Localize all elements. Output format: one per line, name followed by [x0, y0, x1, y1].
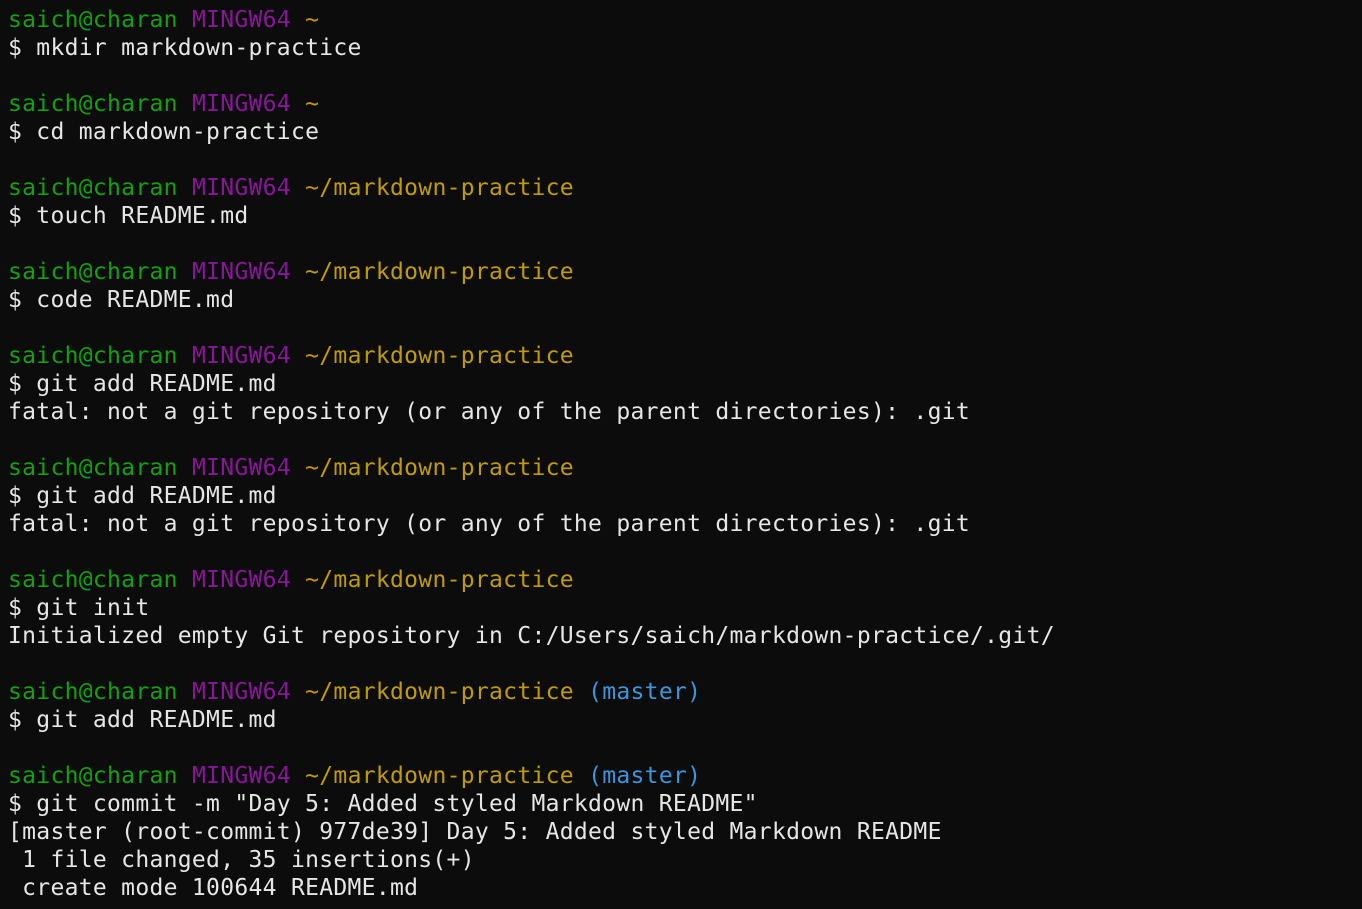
prompt-user-host: saich@charan [8, 175, 178, 201]
output-line: [master (root-commit) 977de39] Day 5: Ad… [8, 819, 942, 845]
prompt-system: MINGW64 [191, 175, 291, 201]
prompt-system: MINGW64 [191, 763, 291, 789]
command-line: $ git add README.md [8, 707, 277, 733]
command-line: $ git commit -m "Day 5: Added styled Mar… [8, 791, 758, 817]
prompt-path: ~ [305, 91, 320, 117]
prompt-system: MINGW64 [191, 455, 291, 481]
prompt-path: ~/markdown-practice [305, 567, 574, 593]
command-line: $ touch README.md [8, 203, 249, 229]
prompt-path: ~ [305, 7, 320, 33]
prompt-system: MINGW64 [191, 259, 291, 285]
prompt-line: saich@charan MINGW64 ~/markdown-practice [8, 258, 1362, 286]
prompt-system: MINGW64 [191, 7, 291, 33]
prompt-line: saich@charan MINGW64 ~/markdown-practice [8, 342, 1362, 370]
output-line: 1 file changed, 35 insertions(+) [8, 847, 475, 873]
prompt-line: saich@charan MINGW64 ~/markdown-practice… [8, 678, 1362, 706]
prompt-user-host: saich@charan [8, 679, 178, 705]
prompt-system: MINGW64 [191, 343, 291, 369]
prompt-line: saich@charan MINGW64 ~ [8, 90, 1362, 118]
prompt-line: saich@charan MINGW64 ~/markdown-practice… [8, 762, 1362, 790]
command-line: $ cd markdown-practice [8, 119, 320, 145]
command-line: $ git add README.md [8, 371, 277, 397]
command-line: $ git init [8, 595, 150, 621]
output-line: create mode 100644 README.md [8, 875, 419, 901]
command-line: $ git add README.md [8, 483, 277, 509]
prompt-user-host: saich@charan [8, 343, 178, 369]
prompt-path: ~/markdown-practice [305, 763, 574, 789]
prompt-system: MINGW64 [191, 679, 291, 705]
prompt-path: ~/markdown-practice [305, 455, 574, 481]
terminal-window[interactable]: saich@charan MINGW64 ~ $ mkdir markdown-p… [0, 0, 1362, 909]
output-line: Initialized empty Git repository in C:/U… [8, 623, 1055, 649]
prompt-user-host: saich@charan [8, 567, 178, 593]
output-line: fatal: not a git repository (or any of t… [8, 399, 971, 425]
prompt-system: MINGW64 [191, 91, 291, 117]
prompt-branch: (master) [588, 763, 702, 789]
prompt-path: ~/markdown-practice [305, 343, 574, 369]
prompt-user-host: saich@charan [8, 455, 178, 481]
command-line: $ mkdir markdown-practice [8, 35, 362, 61]
prompt-user-host: saich@charan [8, 763, 178, 789]
prompt-user-host: saich@charan [8, 259, 178, 285]
prompt-branch: (master) [588, 679, 702, 705]
prompt-line: saich@charan MINGW64 ~/markdown-practice [8, 454, 1362, 482]
prompt-path: ~/markdown-practice [305, 175, 574, 201]
prompt-line: saich@charan MINGW64 ~/markdown-practice [8, 566, 1362, 594]
command-line: $ code README.md [8, 287, 235, 313]
prompt-system: MINGW64 [191, 567, 291, 593]
prompt-user-host: saich@charan [8, 7, 178, 33]
output-line: fatal: not a git repository (or any of t… [8, 511, 971, 537]
prompt-path: ~/markdown-practice [305, 259, 574, 285]
prompt-path: ~/markdown-practice [305, 679, 574, 705]
prompt-line: saich@charan MINGW64 ~ [8, 6, 1362, 34]
prompt-user-host: saich@charan [8, 91, 178, 117]
prompt-line: saich@charan MINGW64 ~/markdown-practice [8, 174, 1362, 202]
